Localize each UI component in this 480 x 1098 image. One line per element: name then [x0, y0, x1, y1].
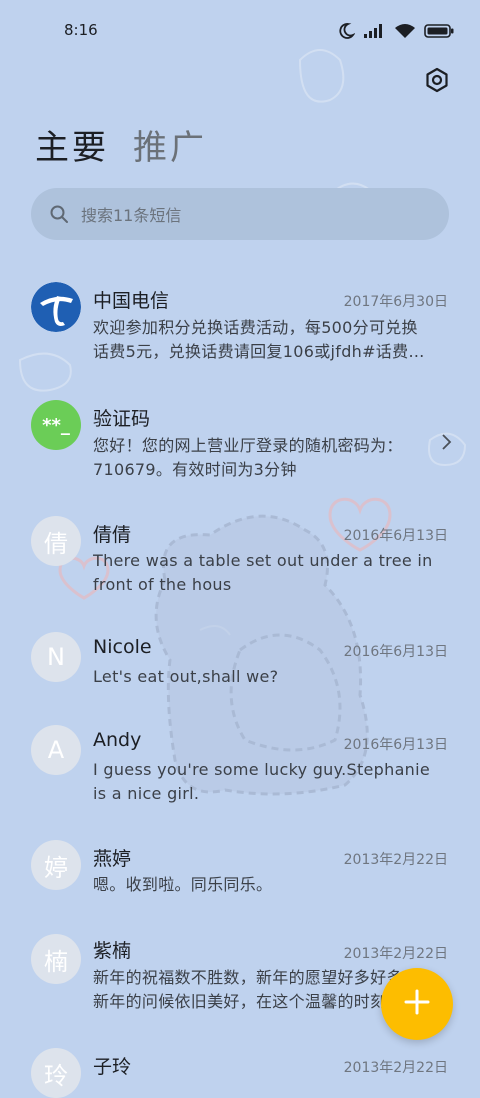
tab-promotions[interactable]: 推广 [133, 120, 207, 169]
chevron-right-icon[interactable] [440, 433, 452, 455]
avatar: 玲 [31, 1048, 81, 1098]
search-icon [49, 204, 69, 224]
message-preview: Let's eat out,shall we? [93, 665, 449, 689]
message-date: 2016年6月13日 [343, 528, 448, 544]
message-date: 2013年2月22日 [343, 852, 448, 868]
search-bar[interactable]: 搜索11条短信 [31, 188, 449, 240]
message-preview: 嗯。收到啦。同乐同乐。 [93, 873, 449, 897]
moon-icon [337, 22, 355, 40]
avatar: 倩 [31, 516, 81, 566]
message-date: 2017年6月30日 [343, 294, 448, 310]
status-bar: 8:16 [0, 0, 480, 62]
battery-icon [424, 24, 454, 38]
avatar: N [31, 632, 81, 682]
preview-line: Let's eat out,shall we? [93, 667, 279, 686]
sender-name: 燕婷 [93, 848, 132, 870]
status-icons [337, 20, 454, 42]
avatar: 婷 [31, 840, 81, 890]
settings-icon [424, 67, 450, 97]
settings-button[interactable] [421, 66, 453, 98]
avatar: **_ [31, 400, 81, 450]
message-date: 2016年6月13日 [343, 644, 448, 660]
signal-icon [364, 24, 386, 38]
plus-icon [403, 988, 431, 1020]
status-time: 8:16 [64, 21, 98, 39]
sender-name: 倩倩 [93, 524, 132, 546]
message-preview: 您好！您的网上营业厅登录的随机密码为： 710679。有效时间为3分钟 [93, 434, 449, 482]
sender-name: 紫楠 [93, 940, 132, 962]
preview-line: 710679。有效时间为3分钟 [93, 460, 297, 479]
preview-line: 欢迎参加积分兑换话费活动，每500分可兑换 [93, 318, 418, 337]
avatar: A [31, 725, 81, 775]
wifi-icon [395, 23, 415, 39]
message-preview: I guess you're some lucky guy.Stephanie … [93, 758, 449, 806]
china-telecom-logo [31, 282, 81, 332]
message-date: 2016年6月13日 [343, 737, 448, 753]
preview-line: front of the hous [93, 575, 232, 594]
avatar: 楠 [31, 934, 81, 984]
preview-line: There was a table set out under a tree i… [93, 551, 433, 570]
sender-name: Nicole [93, 636, 152, 658]
new-message-button[interactable] [381, 968, 453, 1040]
preview-line: 您好！您的网上营业厅登录的随机密码为： [93, 436, 403, 455]
message-preview: There was a table set out under a tree i… [93, 549, 449, 597]
sender-name: Andy [93, 729, 142, 751]
preview-line: 话费5元，兑换话费请回复106或jfdh#话费… [93, 342, 425, 361]
preview-line: 嗯。收到啦。同乐同乐。 [93, 875, 273, 894]
preview-line: I guess you're some lucky guy.Stephanie [93, 760, 431, 779]
sender-name: 中国电信 [93, 290, 170, 312]
search-input[interactable]: 搜索11条短信 [81, 202, 181, 226]
message-date: 2013年2月22日 [343, 946, 448, 962]
message-date: 2013年2月22日 [343, 1060, 448, 1076]
category-tabs: 主要 推广 [35, 120, 207, 169]
preview-line: is a nice girl. [93, 784, 200, 803]
sender-name: 验证码 [93, 408, 151, 430]
tab-primary[interactable]: 主要 [35, 120, 109, 169]
message-preview: 欢迎参加积分兑换话费活动，每500分可兑换 话费5元，兑换话费请回复106或jf… [93, 316, 449, 364]
